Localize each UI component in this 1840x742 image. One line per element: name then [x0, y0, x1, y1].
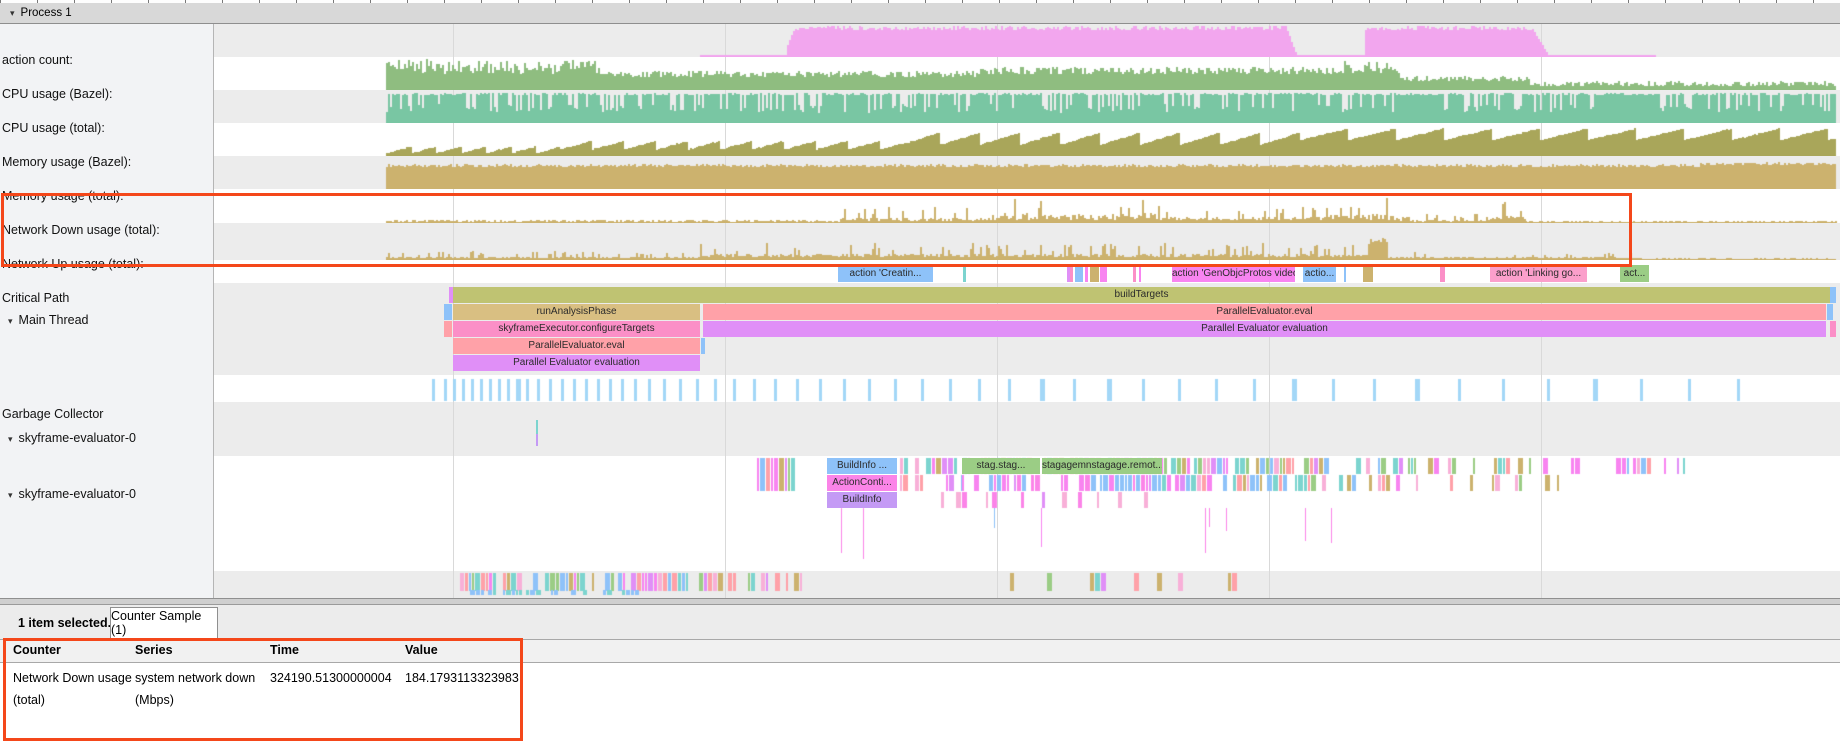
- collapse-triangle-icon[interactable]: ▾: [8, 490, 13, 500]
- tab-counter-sample[interactable]: Counter Sample (1): [110, 607, 218, 639]
- critical-path-slice[interactable]: action 'Linking go...: [1490, 265, 1587, 282]
- collapse-triangle-icon[interactable]: ▾: [8, 434, 13, 444]
- process-title: Process 1: [21, 7, 72, 19]
- main-thread-slice[interactable]: [701, 338, 705, 354]
- main-thread-slice[interactable]: Parallel Evaluator evaluation: [703, 321, 1826, 337]
- skyframe-slice[interactable]: BuildInfo: [827, 492, 897, 508]
- skyframe-slice[interactable]: [536, 434, 538, 446]
- track-label-cpu-total: CPU usage (total):: [0, 121, 212, 135]
- track-label-main-thread[interactable]: ▾ Main Thread: [0, 313, 218, 327]
- process-header[interactable]: ▾ Process 1: [0, 3, 1840, 24]
- critical-path-slice[interactable]: [1344, 265, 1346, 282]
- skyframe-slice[interactable]: ActionConti...: [827, 475, 897, 491]
- collapse-triangle-icon[interactable]: ▾: [8, 316, 13, 326]
- annotation-box-network-tracks: [1, 193, 1632, 267]
- track-label-action-count: action count:: [0, 53, 212, 67]
- critical-path-slice[interactable]: [1100, 265, 1107, 282]
- trace-viewer: ▾ Process 1 action 'Creatin... action 'Ge…: [0, 0, 1840, 742]
- track-label-memory-bazel: Memory usage (Bazel):: [0, 155, 212, 169]
- timeline-chart-area[interactable]: action 'Creatin... action 'GenObjcProtos …: [213, 24, 1840, 598]
- main-thread-slice[interactable]: [1827, 304, 1833, 320]
- main-thread-slice[interactable]: buildTargets: [453, 287, 1830, 303]
- track-sidebar: action count: CPU usage (Bazel): CPU usa…: [0, 24, 214, 598]
- skyframe-slice[interactable]: BuildInfo ...: [827, 458, 897, 474]
- main-thread-slice[interactable]: [444, 321, 452, 337]
- main-thread-slice[interactable]: [1830, 321, 1836, 337]
- critical-path-slice[interactable]: [1133, 265, 1136, 282]
- critical-path-slice[interactable]: action 'Creatin...: [838, 265, 933, 282]
- main-thread-label: Main Thread: [19, 313, 89, 327]
- skyframe0b-label: skyframe-evaluator-0: [19, 487, 136, 501]
- collapse-triangle-icon[interactable]: ▾: [10, 8, 15, 19]
- skyframe0a-label: skyframe-evaluator-0: [19, 431, 136, 445]
- annotation-box-sample-table: [3, 638, 523, 741]
- main-thread-slice[interactable]: ParallelEvaluator.eval: [453, 338, 700, 354]
- main-thread-slice[interactable]: ParallelEvaluator.eval: [703, 304, 1826, 320]
- critical-path-slice[interactable]: [1090, 265, 1099, 282]
- track-label-garbage-collector: Garbage Collector: [0, 407, 212, 421]
- main-thread-slice[interactable]: Parallel Evaluator evaluation: [453, 355, 700, 371]
- main-thread-slice[interactable]: skyframeExecutor.configureTargets: [453, 321, 700, 337]
- main-thread-slice[interactable]: [444, 304, 452, 320]
- critical-path-slice[interactable]: [1085, 265, 1088, 282]
- critical-path-slice[interactable]: [1070, 265, 1073, 282]
- skyframe-slice[interactable]: stag.stag...: [962, 458, 1040, 474]
- bottom-tab-bar: 1 item selected. Counter Sample (1): [0, 605, 1840, 639]
- critical-path-slice[interactable]: [1075, 265, 1083, 282]
- critical-path-slice[interactable]: [963, 265, 966, 282]
- track-label-critical-path: Critical Path: [0, 291, 212, 305]
- critical-path-slice[interactable]: actio...: [1303, 265, 1336, 282]
- track-label-skyframe-evaluator-0a[interactable]: ▾ skyframe-evaluator-0: [0, 431, 218, 445]
- critical-path-slice[interactable]: act...: [1620, 265, 1649, 282]
- track-label-cpu-bazel: CPU usage (Bazel):: [0, 87, 212, 101]
- critical-path-slice[interactable]: [1363, 265, 1373, 282]
- critical-path-slice[interactable]: [1139, 265, 1141, 282]
- selection-status: 1 item selected.: [18, 616, 111, 630]
- track-label-skyframe-evaluator-0b[interactable]: ▾ skyframe-evaluator-0: [0, 487, 218, 501]
- main-thread-slice[interactable]: [1830, 287, 1836, 303]
- skyframe-slice[interactable]: [536, 420, 538, 434]
- critical-path-slice[interactable]: action 'GenObjcProtos video/...: [1172, 265, 1295, 282]
- panel-divider[interactable]: [0, 598, 1840, 605]
- main-thread-slice[interactable]: runAnalysisPhase: [453, 304, 700, 320]
- critical-path-slice[interactable]: [1440, 265, 1445, 282]
- skyframe-slice[interactable]: stagagemnstagage.remot...: [1042, 458, 1162, 474]
